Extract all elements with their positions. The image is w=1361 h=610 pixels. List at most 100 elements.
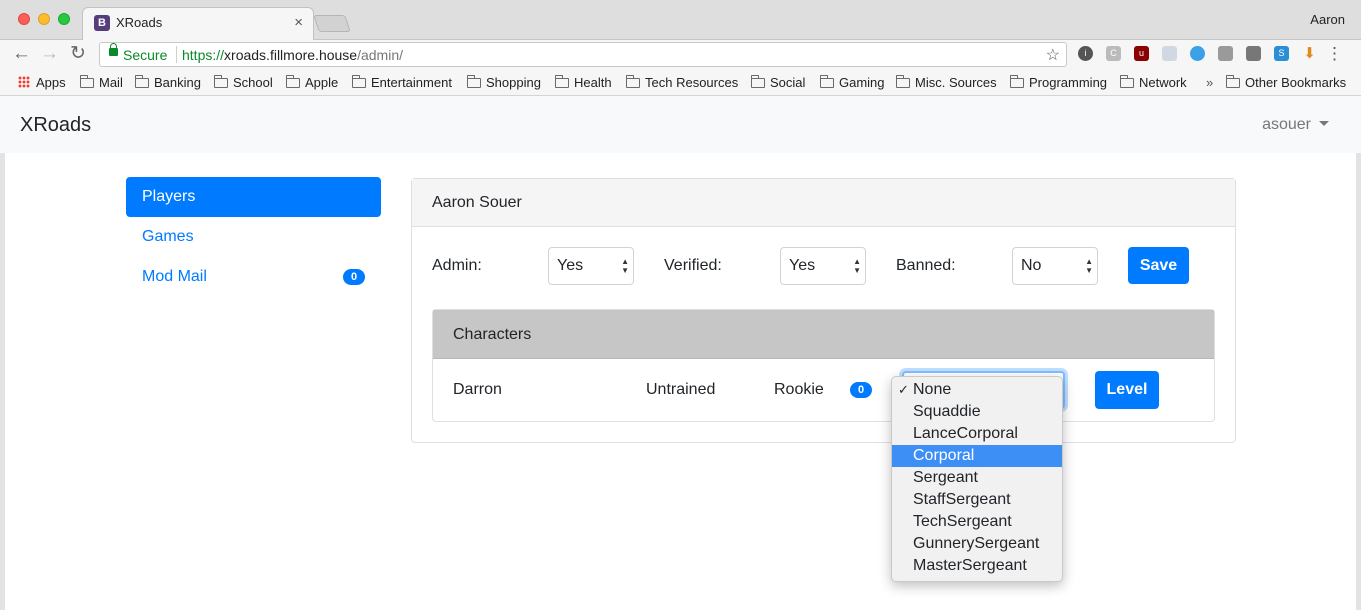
sidebar-item-games[interactable]: Games — [126, 217, 381, 257]
bookmark-other-bookmarks[interactable]: Other Bookmarks — [1226, 75, 1346, 90]
rank-option-squaddie[interactable]: Squaddie — [892, 401, 1062, 423]
rank-option-mastersergeant[interactable]: MasterSergeant — [892, 555, 1062, 577]
folder-icon — [467, 75, 481, 88]
download-icon[interactable]: ⬇ — [1302, 46, 1317, 61]
forward-arrow-icon[interactable]: → — [40, 44, 59, 64]
zoom-window-button[interactable] — [58, 13, 70, 25]
browser-tab-bar: B XRoads × Aaron — [0, 0, 1361, 41]
url-scheme: https:// — [182, 47, 225, 63]
select-arrows-icon: ▲ ▼ — [853, 257, 861, 275]
bookmarks-overflow[interactable]: » — [1206, 75, 1213, 90]
player-name: Aaron Souer — [412, 179, 1235, 227]
menu-dots-icon[interactable]: ⋮ — [1326, 44, 1343, 64]
folder-icon — [896, 75, 910, 88]
sidebar-item-players[interactable]: Players — [126, 177, 381, 217]
close-icon[interactable]: × — [294, 14, 303, 31]
address-bar[interactable]: Secure https://xroads.fillmore.house/adm… — [99, 42, 1067, 67]
folder-icon — [1010, 75, 1024, 88]
reload-icon[interactable]: ↻ — [70, 44, 86, 64]
bookmark-entertainment[interactable]: Entertainment — [352, 75, 452, 90]
css-extension-icon[interactable]: C — [1106, 46, 1121, 61]
caret-down-icon — [1319, 121, 1329, 126]
apps-grid-icon — [18, 76, 30, 88]
info-extension-icon[interactable]: i — [1078, 46, 1093, 61]
rank-option-sergeant[interactable]: Sergeant — [892, 467, 1062, 489]
profile-name[interactable]: Aaron — [1310, 12, 1345, 27]
bootstrap-favicon-icon: B — [94, 15, 110, 31]
admin-label: Admin: — [432, 257, 482, 274]
folder-icon — [1120, 75, 1134, 88]
close-window-button[interactable] — [18, 13, 30, 25]
dropbox-extension-icon[interactable] — [1162, 46, 1177, 61]
character-name: Darron — [453, 381, 502, 398]
user-menu[interactable]: asouer — [1262, 116, 1329, 134]
cloud-extension-icon[interactable] — [1190, 46, 1205, 61]
rank-option-gunnerysergeant[interactable]: GunnerySergeant — [892, 533, 1062, 555]
app-brand[interactable]: XRoads — [20, 114, 91, 137]
checkmark-icon: ✓ — [898, 382, 909, 397]
secure-label: Secure — [123, 47, 168, 63]
level-button[interactable]: Level — [1095, 371, 1159, 409]
font-extension-icon[interactable] — [1218, 46, 1233, 61]
bookmark-social[interactable]: Social — [751, 75, 805, 90]
browser-toolbar: ← → ↻ Secure https://xroads.fillmore.hou… — [0, 40, 1361, 70]
url-text[interactable]: https://xroads.fillmore.house/admin/ — [182, 47, 403, 63]
folder-icon — [555, 75, 569, 88]
folder-icon — [135, 75, 149, 88]
minimize-window-button[interactable] — [38, 13, 50, 25]
folder-icon — [820, 75, 834, 88]
mod-mail-count-badge: 0 — [343, 269, 365, 285]
folder-icon — [80, 75, 94, 88]
bookmark-shopping[interactable]: Shopping — [467, 75, 541, 90]
character-rank: Rookie — [774, 381, 824, 398]
skype-extension-icon[interactable]: S — [1274, 46, 1289, 61]
lock-icon — [109, 43, 118, 56]
bookmark-apps[interactable]: Apps — [18, 75, 66, 90]
rank-dropdown[interactable]: ✓ None Squaddie LanceCorporal Corporal Se… — [891, 376, 1063, 582]
rank-option-lancecorporal[interactable]: LanceCorporal — [892, 423, 1062, 445]
new-tab-button[interactable] — [313, 15, 351, 32]
url-host: xroads.fillmore.house — [224, 47, 358, 63]
folder-icon — [626, 75, 640, 88]
folder-icon — [286, 75, 300, 88]
folder-icon — [1226, 75, 1240, 88]
character-count-badge: 0 — [850, 382, 872, 398]
url-path: /admin/ — [357, 47, 404, 63]
bookmark-programming[interactable]: Programming — [1010, 75, 1107, 90]
select-arrows-icon: ▲ ▼ — [621, 257, 629, 275]
save-button[interactable]: Save — [1128, 247, 1189, 284]
admin-select[interactable]: Yes ▲ ▼ — [548, 247, 634, 285]
folder-icon — [751, 75, 765, 88]
bookmarks-bar: Apps Mail Banking School Apple Entertain… — [0, 70, 1361, 96]
rank-option-staffsergeant[interactable]: StaffSergeant — [892, 489, 1062, 511]
verified-label: Verified: — [664, 257, 722, 274]
bookmark-apple[interactable]: Apple — [286, 75, 338, 90]
bookmark-misc-sources[interactable]: Misc. Sources — [896, 75, 997, 90]
rank-option-corporal[interactable]: Corporal — [892, 445, 1062, 467]
bookmark-network[interactable]: Network — [1120, 75, 1187, 90]
sidebar-nav: Players Games Mod Mail 0 — [126, 177, 381, 297]
bookmark-star-icon[interactable]: ☆ — [1046, 45, 1060, 65]
folder-icon — [214, 75, 228, 88]
bookmark-health[interactable]: Health — [555, 75, 612, 90]
browser-tab[interactable]: B XRoads × — [82, 7, 314, 41]
url-divider — [176, 46, 177, 63]
banned-select[interactable]: No ▲ ▼ — [1012, 247, 1098, 285]
back-arrow-icon[interactable]: ← — [12, 44, 31, 64]
verified-select[interactable]: Yes ▲ ▼ — [780, 247, 866, 285]
rank-option-techsergeant[interactable]: TechSergeant — [892, 511, 1062, 533]
left-edge — [0, 96, 5, 610]
bookmark-mail[interactable]: Mail — [80, 75, 123, 90]
sidebar-item-mod-mail[interactable]: Mod Mail 0 — [126, 257, 381, 297]
bookmark-banking[interactable]: Banking — [135, 75, 201, 90]
character-training: Untrained — [646, 381, 716, 398]
evernote-extension-icon[interactable] — [1246, 46, 1261, 61]
folder-icon — [352, 75, 366, 88]
bookmark-gaming[interactable]: Gaming — [820, 75, 885, 90]
bookmark-tech-resources[interactable]: Tech Resources — [626, 75, 738, 90]
banned-label: Banned: — [896, 257, 956, 274]
tab-title: XRoads — [116, 15, 163, 30]
bookmark-school[interactable]: School — [214, 75, 273, 90]
ublock-extension-icon[interactable]: u — [1134, 46, 1149, 61]
rank-option-none[interactable]: ✓ None — [892, 379, 1062, 401]
